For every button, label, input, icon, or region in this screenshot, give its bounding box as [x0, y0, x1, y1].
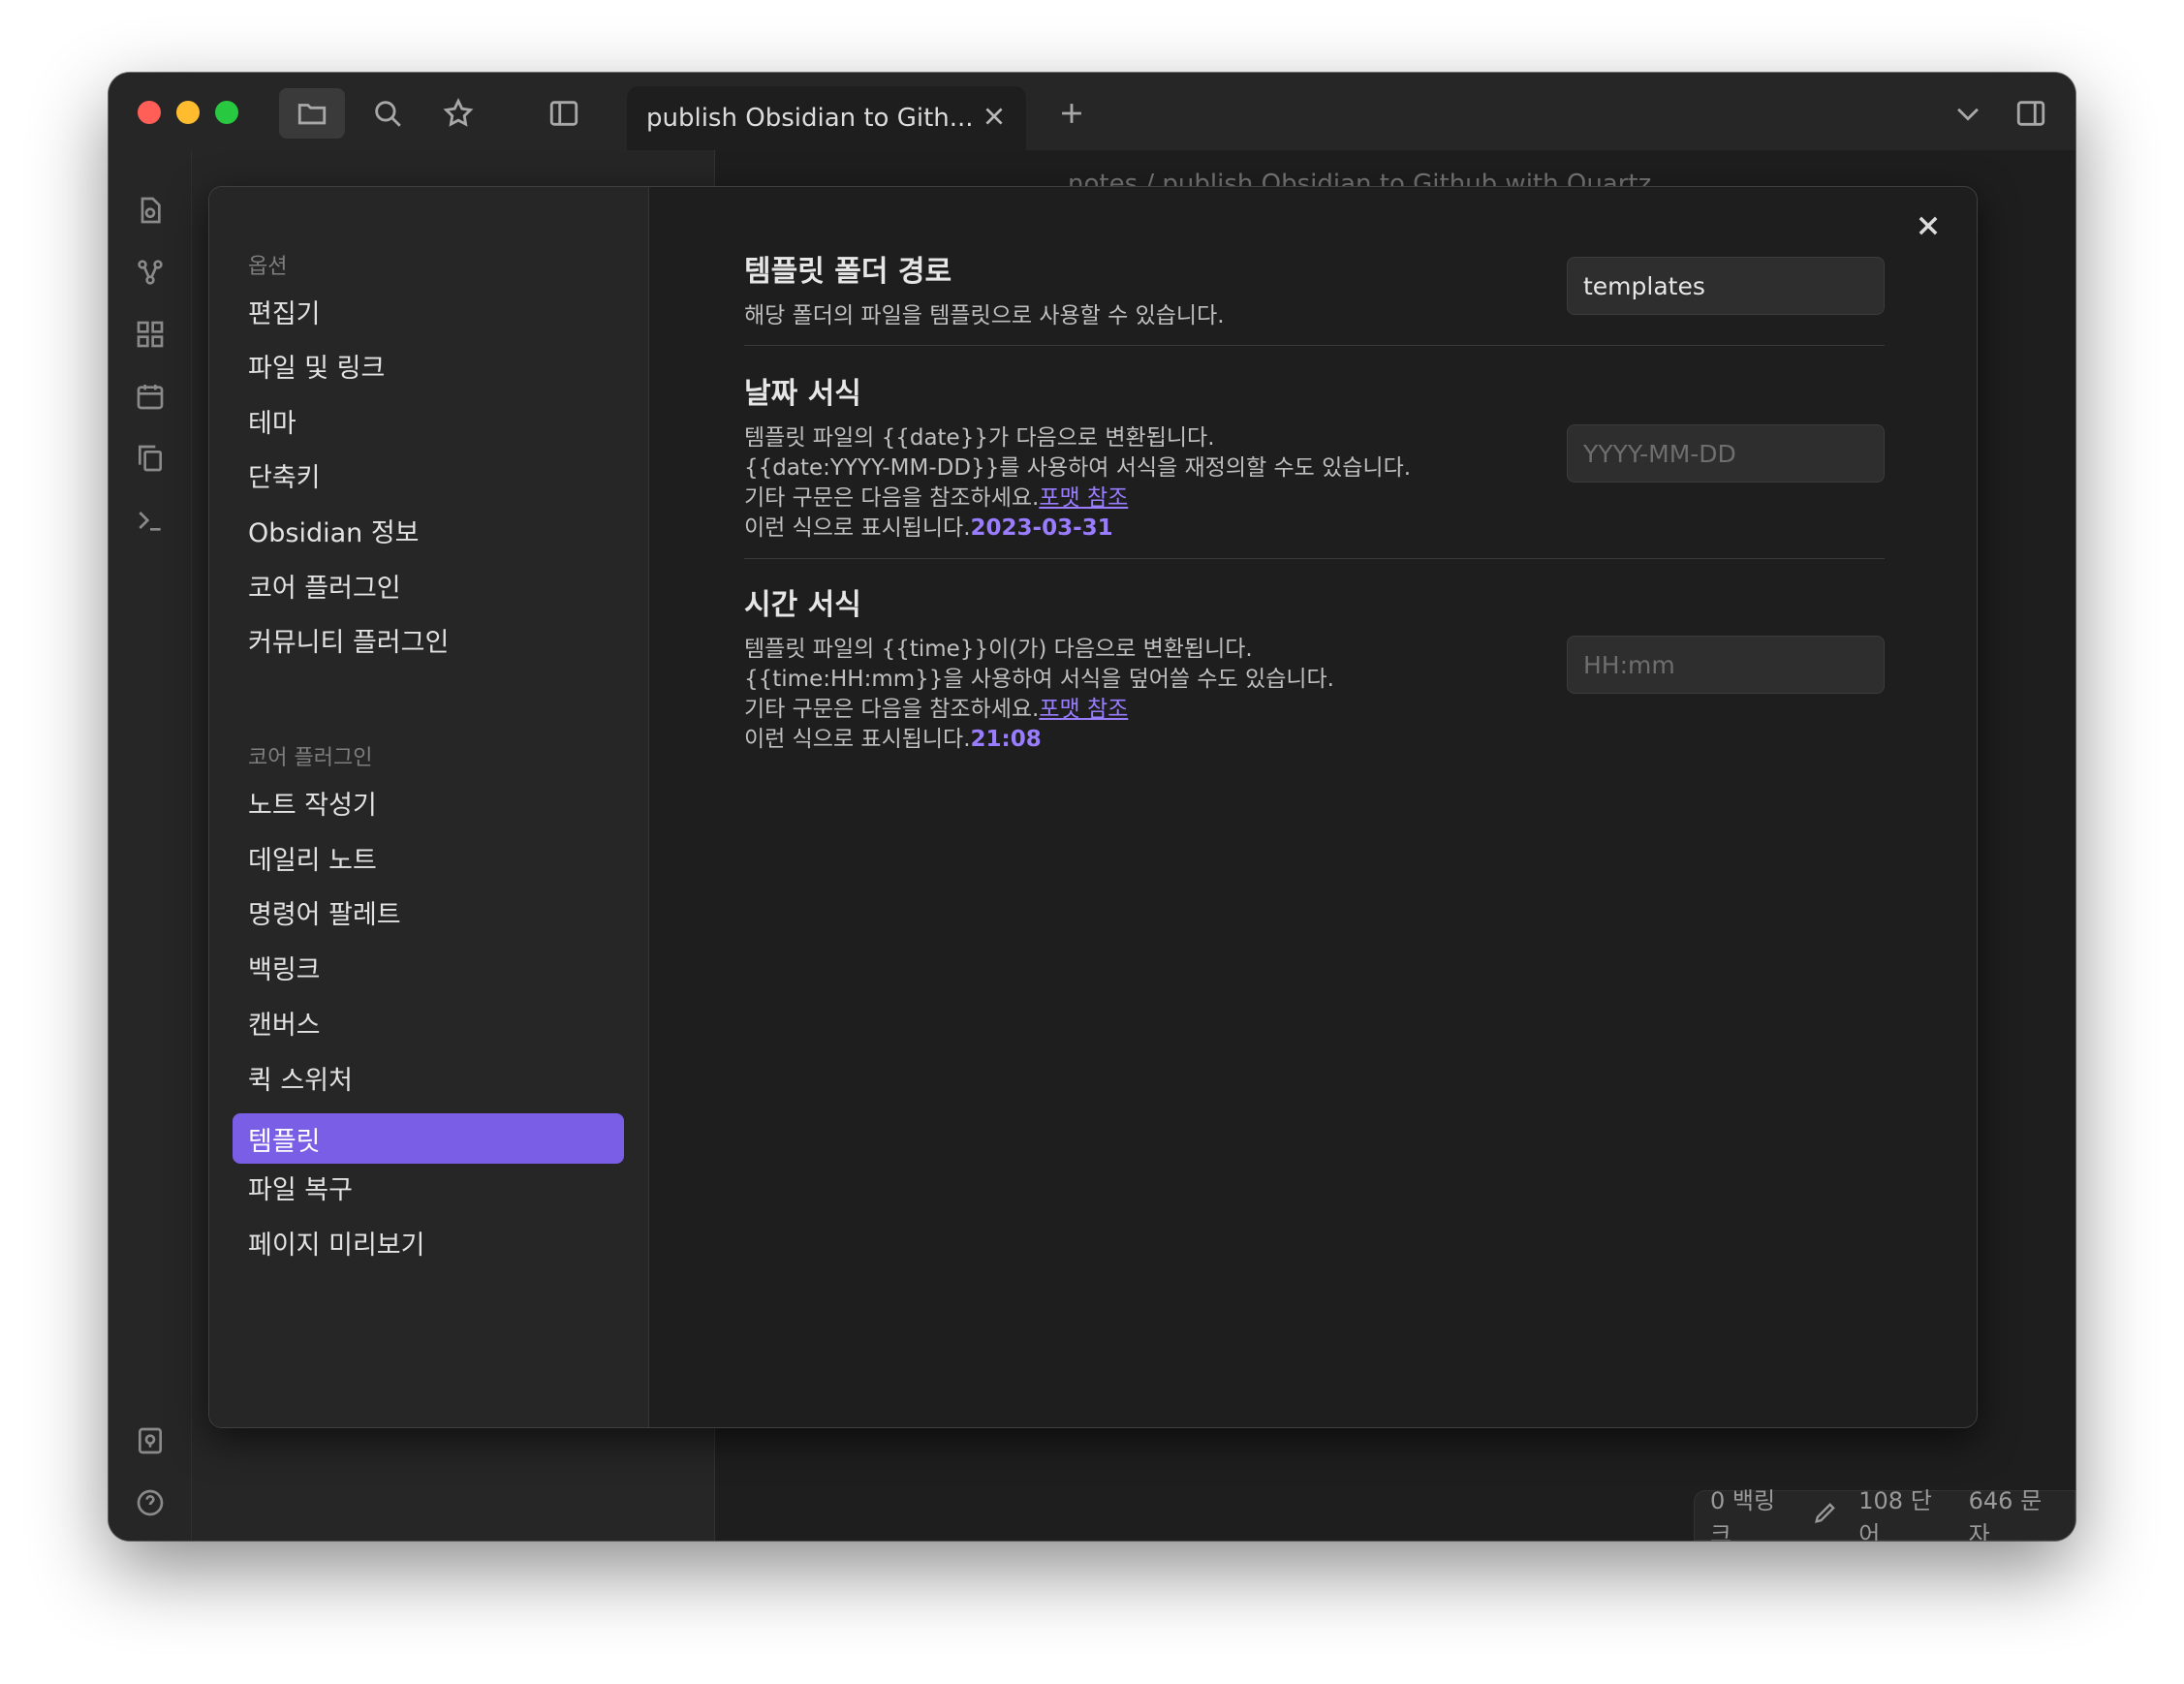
window-close-button[interactable]: [138, 101, 161, 124]
time-format-input[interactable]: [1567, 636, 1885, 694]
sidebar-item-templates[interactable]: 템플릿: [233, 1113, 624, 1164]
search-icon[interactable]: [366, 92, 409, 135]
status-bar: 0 백링크 108 단어 646 문자: [1694, 1487, 2075, 1541]
section-heading-options: 옵션: [248, 255, 288, 279]
command-palette-terminal-icon[interactable]: [129, 499, 172, 542]
sidebar-item-canvas[interactable]: 캔버스: [233, 997, 624, 1047]
setting-name: 날짜 서식: [744, 377, 861, 411]
date-format-input[interactable]: [1567, 424, 1885, 483]
templates-copy-icon[interactable]: [129, 437, 172, 480]
desc-text: 이런 식으로 표시됩니다.: [744, 727, 971, 752]
sidebar-item-editor[interactable]: 편집기: [233, 286, 624, 336]
date-preview: 2023-03-31: [970, 515, 1113, 541]
left-sidebar-toggle-icon[interactable]: [543, 92, 585, 135]
quick-switcher-icon[interactable]: [129, 189, 172, 232]
sidebar-item-note-composer[interactable]: 노트 작성기: [233, 777, 624, 827]
desc-text: 기타 구문은 다음을 참조하세요.: [744, 485, 1040, 511]
new-tab-plus-icon[interactable]: [1050, 92, 1093, 135]
format-reference-link[interactable]: 포맷 참조: [1039, 485, 1128, 511]
tab-title: publish Obsidian to Gith...: [646, 104, 974, 133]
desc-text: 이런 식으로 표시됩니다.: [744, 515, 971, 541]
settings-modal: 옵션 편집기 파일 및 링크 테마 단축키 Obsidian 정보 코어 플러그…: [208, 186, 1978, 1428]
vault-switcher-icon[interactable]: [129, 1419, 172, 1462]
tab-active-note[interactable]: publish Obsidian to Gith...: [627, 86, 1026, 150]
desc-line: 기타 구문은 다음을 참조하세요.포맷 참조: [744, 695, 1885, 725]
divider: [744, 558, 1885, 559]
edit-mode-pencil-icon[interactable]: [1812, 1499, 1839, 1532]
sidebar-item-daily-notes[interactable]: 데일리 노트: [233, 832, 624, 883]
window-maximize-button[interactable]: [215, 101, 238, 124]
sidebar-item-backlinks[interactable]: 백링크: [233, 942, 624, 992]
sidebar-item-file-recovery[interactable]: 파일 복구: [233, 1162, 624, 1212]
sidebar-item-command-palette[interactable]: 명령어 팔레트: [233, 887, 624, 937]
time-preview: 21:08: [970, 727, 1042, 752]
tab-list-chevron-down-icon[interactable]: [1947, 92, 1989, 135]
sidebar-item-hotkeys[interactable]: 단축키: [233, 450, 624, 500]
divider: [744, 345, 1885, 346]
desc-line: 이런 식으로 표시됩니다.21:08: [744, 725, 1885, 755]
canvas-grid-icon[interactable]: [129, 313, 172, 356]
left-ribbon: [109, 150, 192, 1541]
char-count: 646 문자: [1968, 1487, 2043, 1541]
bookmark-star-icon[interactable]: [437, 92, 480, 135]
setting-name: 시간 서식: [744, 588, 861, 622]
desc-text: 기타 구문은 다음을 참조하세요.: [744, 697, 1040, 722]
help-icon[interactable]: [129, 1481, 172, 1524]
window-minimize-button[interactable]: [176, 101, 200, 124]
template-folder-input[interactable]: [1567, 257, 1885, 315]
sidebar-item-page-preview[interactable]: 페이지 미리보기: [233, 1217, 624, 1267]
daily-note-calendar-icon[interactable]: [129, 375, 172, 418]
close-settings-icon[interactable]: [1907, 204, 1950, 247]
right-sidebar-toggle-icon[interactable]: [2010, 92, 2052, 135]
title-bar: publish Obsidian to Gith...: [109, 73, 2075, 150]
word-count: 108 단어: [1858, 1487, 1932, 1541]
sidebar-item-files-links[interactable]: 파일 및 링크: [233, 340, 624, 390]
sidebar-item-about[interactable]: Obsidian 정보: [233, 505, 624, 555]
sidebar-item-appearance[interactable]: 테마: [233, 395, 624, 446]
format-reference-link[interactable]: 포맷 참조: [1039, 697, 1128, 722]
sidebar-item-community-plugins[interactable]: 커뮤니티 플러그인: [233, 614, 624, 665]
files-folder-icon[interactable]: [279, 88, 345, 139]
backlink-count[interactable]: 0 백링크: [1710, 1481, 1793, 1541]
settings-sidebar: 옵션 편집기 파일 및 링크 테마 단축키 Obsidian 정보 코어 플러그…: [209, 187, 649, 1427]
section-heading-core-plugins: 코어 플러그인: [248, 746, 373, 770]
desc-line: 기타 구문은 다음을 참조하세요.포맷 참조: [744, 483, 1885, 514]
sidebar-item-core-plugins[interactable]: 코어 플러그인: [233, 560, 624, 610]
sidebar-item-quick-switcher[interactable]: 퀵 스위처: [233, 1052, 624, 1103]
desc-line: 이런 식으로 표시됩니다.2023-03-31: [744, 514, 1885, 544]
tab-close-icon[interactable]: [982, 104, 1007, 133]
graph-view-icon[interactable]: [129, 251, 172, 294]
